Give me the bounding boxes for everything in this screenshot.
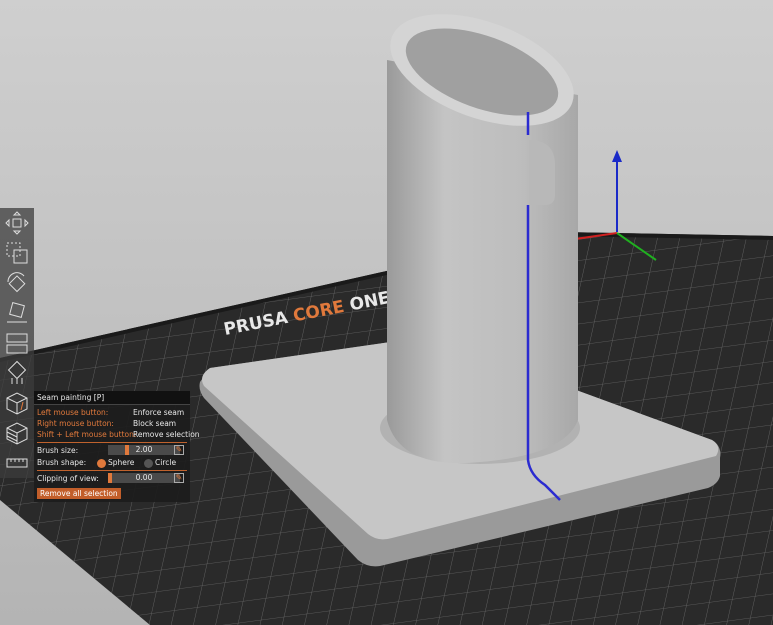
place-on-face-icon[interactable] [4,300,30,326]
scale-icon[interactable] [4,240,30,266]
cut-icon[interactable] [4,330,30,356]
seam-painting-panel: Seam painting [P] Left mouse button: Enfo… [34,391,200,502]
brush-shape-row: Brush shape: Sphere Circle [37,457,187,468]
sphere-label: Sphere [108,458,135,467]
hint-action: Enforce seam [133,408,185,417]
model-tube[interactable] [375,0,588,501]
brush-shape-label: Brush shape: [37,458,87,467]
clipping-slider[interactable]: 0.00 [108,473,180,483]
brush-size-label: Brush size: [37,446,79,455]
hint-key: Left mouse button: [37,408,109,417]
mmu-painting-icon[interactable] [4,420,30,446]
circle-label: Circle [155,458,177,467]
measure-icon[interactable] [4,450,30,476]
separator [37,470,187,471]
move-icon[interactable] [4,210,30,236]
hint-row: Right mouse button: Block seam [37,418,187,429]
left-toolbar [0,208,34,478]
hint-key: Shift + Left mouse button: [37,430,137,439]
hint-row: Left mouse button: Enforce seam [37,407,187,418]
hint-key: Right mouse button: [37,419,114,428]
hint-action: Remove selection [133,430,200,439]
clipping-row: Clipping of view: 0.00 ✎ [37,473,187,484]
rotate-icon[interactable] [4,270,30,296]
brush-size-row: Brush size: 2.00 ✎ [37,445,187,456]
edit-pencil-icon[interactable]: ✎ [174,473,184,483]
slider-thumb[interactable] [108,473,112,483]
hint-action: Block seam [133,419,177,428]
panel-title: Seam painting [P] [34,391,190,405]
radio-circle[interactable]: Circle [144,457,176,468]
brush-size-value: 2.00 [135,445,153,454]
remove-all-selection-button[interactable]: Remove all selection [37,488,121,499]
3d-viewport[interactable]: PRUSA CORE ONE [0,0,773,625]
clipping-label: Clipping of view: [37,474,99,483]
seam-painting-icon[interactable] [4,390,30,416]
support-painting-icon[interactable] [4,360,30,386]
hint-row: Shift + Left mouse button: Remove selecti… [37,429,200,440]
slider-thumb[interactable] [125,445,129,455]
separator [37,442,187,443]
brush-size-slider[interactable]: 2.00 [108,445,180,455]
edit-pencil-icon[interactable]: ✎ [174,445,184,455]
clipping-value: 0.00 [135,473,153,482]
radio-sphere[interactable]: Sphere [97,457,134,468]
